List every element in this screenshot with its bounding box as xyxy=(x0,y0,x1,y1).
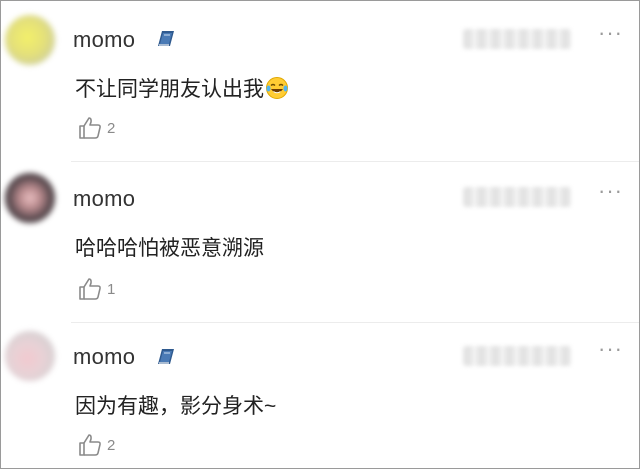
avatar[interactable] xyxy=(5,15,55,65)
avatar[interactable] xyxy=(5,173,55,223)
timestamp-redacted xyxy=(463,29,571,49)
comment-text: 因为有趣，影分身术~ xyxy=(75,395,277,418)
more-options-button[interactable]: ··· xyxy=(598,180,623,202)
comment-item: momo ··· 不让同学朋友认出我 2 xyxy=(1,1,639,161)
thumbs-up-icon xyxy=(79,117,101,139)
avatar[interactable] xyxy=(5,331,55,381)
timestamp-redacted xyxy=(463,346,571,366)
comment-item: momo ··· 因为有趣，影分身术~ 2 xyxy=(1,323,639,468)
like-count: 2 xyxy=(107,437,116,454)
book-badge-icon xyxy=(158,31,174,46)
username[interactable]: momo xyxy=(73,186,135,212)
comment-text: 哈哈哈怕被恶意溯源 xyxy=(75,237,264,260)
comment-text: 不让同学朋友认出我 xyxy=(75,73,289,103)
like-count: 2 xyxy=(107,120,116,137)
username[interactable]: momo xyxy=(73,344,135,370)
book-badge-icon xyxy=(158,349,174,364)
comment-list: momo ··· 不让同学朋友认出我 2 momo ··· 哈哈哈怕被恶意溯源 … xyxy=(0,0,640,469)
more-options-button[interactable]: ··· xyxy=(598,338,623,360)
comment-item: momo ··· 哈哈哈怕被恶意溯源 1 xyxy=(1,162,639,322)
thumbs-up-icon xyxy=(79,434,101,456)
more-options-button[interactable]: ··· xyxy=(598,22,623,44)
laughing-tears-emoji-icon xyxy=(266,77,288,99)
thumbs-up-icon xyxy=(79,278,101,300)
timestamp-redacted xyxy=(463,187,571,207)
like-count: 1 xyxy=(107,281,116,298)
username[interactable]: momo xyxy=(73,27,135,53)
